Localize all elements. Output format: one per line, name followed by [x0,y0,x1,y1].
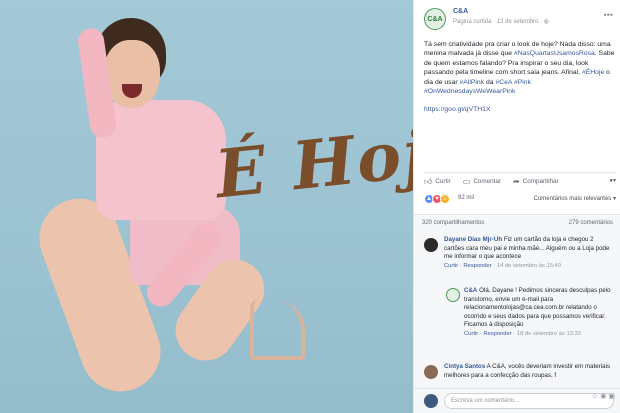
like-label: Curtir [435,178,451,185]
comment-label: Comentar [473,178,501,185]
more-options-icon[interactable]: ••• [604,10,613,20]
gif-icon[interactable]: ▣ [608,393,617,400]
post-photo[interactable]: É Hoje [0,0,413,413]
reaction-icons[interactable]: ▲ ♥ ☺ [424,194,450,204]
hashtag-link[interactable]: #OnWednesdaysWeWearPink [424,88,515,95]
thumbs-up-icon: 👍︎ [424,176,433,186]
hashtag-link[interactable]: #AllPink [460,79,485,86]
hashtag-link[interactable]: #Pink [514,79,531,86]
reaction-count[interactable]: 92 mil [458,195,474,201]
haha-reaction-icon: ☺ [440,194,450,204]
page-name-link[interactable]: C&A [453,8,468,15]
comment-item: Cintya Santos A C&A, vocês deveriam inve… [444,363,614,389]
comment-author[interactable]: C&A [464,287,477,294]
comment-input[interactable]: Escreva um comentário... [444,393,614,409]
comment-author[interactable]: Cintya Santos [444,363,485,370]
post-meta: Página curtida · 13 de setembro · ◍ [453,18,549,25]
post-meta-text: Página curtida · 13 de setembro · [453,19,544,25]
post-link[interactable]: https://goo.gl/qVTH1X [424,105,616,114]
post-text: Tá sem criatividade pra criar o look de … [424,40,616,96]
composer-icons: ☺◉▣ [591,392,617,400]
model-shirt [96,100,226,220]
comment-time: · 14 de setembro às 15:40 [491,262,561,269]
post-panel: C&A C&A Página curtida · 13 de setembro … [413,0,620,413]
comment-composer: Escreva um comentário... ☺◉▣ [414,388,620,413]
comment-reply-actions[interactable]: Curtir · Responder [464,331,512,337]
post-text-part: da [484,78,496,86]
page-avatar[interactable] [446,288,460,302]
comments-count[interactable]: 279 comentários [569,220,613,226]
comment-item: C&A Olá, Dayane ! Pedimos sinceras descu… [464,287,614,339]
share-button[interactable]: ➦ Compartilhar [513,177,559,186]
chevron-down-icon: ▾ [612,178,616,184]
model-shoe [250,300,305,360]
hashtag-link[interactable]: #NasQuartasUsamosRosa [514,50,595,57]
comment-button[interactable]: ▭ Comentar [463,177,501,186]
share-label: Compartilhar [522,178,559,185]
comment-author[interactable]: Dayane Dias Mjr-Uh [444,236,502,243]
comment-actions: Curtir · Responder · 18 de setembro às 1… [464,330,614,339]
hashtag-link[interactable]: #ÉHoje [582,69,604,76]
avatar [424,394,438,408]
share-arrow-icon: ➦ [513,177,520,186]
avatar[interactable] [424,365,438,379]
shares-count[interactable]: 320 compartilhamentos [422,220,484,226]
comment-time: · 18 de setembro às 13:32 [511,330,581,337]
page-avatar[interactable]: C&A [424,8,446,30]
reactions-row: ▲ ♥ ☺ 92 mil Comentários mais relevantes… [424,192,616,206]
post-body: Tá sem criatividade pra criar o look de … [424,40,616,124]
action-bar: 👍︎ Curtir ▭ Comentar ➦ Compartilhar ●▾ [424,172,616,190]
comment-text: Olá, Dayane ! Pedimos sinceras desculpas… [464,287,611,329]
comment-actions: Curtir · Responder · 14 de setembro às 1… [444,262,614,271]
globe-icon: ◍ [543,19,549,25]
speech-bubble-icon: ▭ [462,177,471,186]
emoji-icon[interactable]: ☺ [591,393,600,400]
comment-item: Dayane Dias Mjr-Uh Fiz um cartão da loja… [444,236,614,270]
share-as-selector[interactable]: ●▾ [609,177,616,184]
page-avatar-text: C&A [427,15,443,23]
comments-list: Dayane Dias Mjr-Uh Fiz um cartão da loja… [414,230,620,390]
counts-row: 320 compartilhamentos 279 comentários [414,214,620,230]
post-header: C&A C&A Página curtida · 13 de setembro … [414,0,620,34]
comment-sort-dropdown[interactable]: Comentários mais relevantes ▾ [534,195,616,202]
photo-overlay-text: É Hoje [211,108,413,214]
hashtag-link[interactable]: #CeA [495,79,512,86]
comment-reply-actions[interactable]: Curtir · Responder [444,263,492,269]
avatar[interactable] [424,238,438,252]
like-button[interactable]: 👍︎ Curtir [424,177,451,187]
